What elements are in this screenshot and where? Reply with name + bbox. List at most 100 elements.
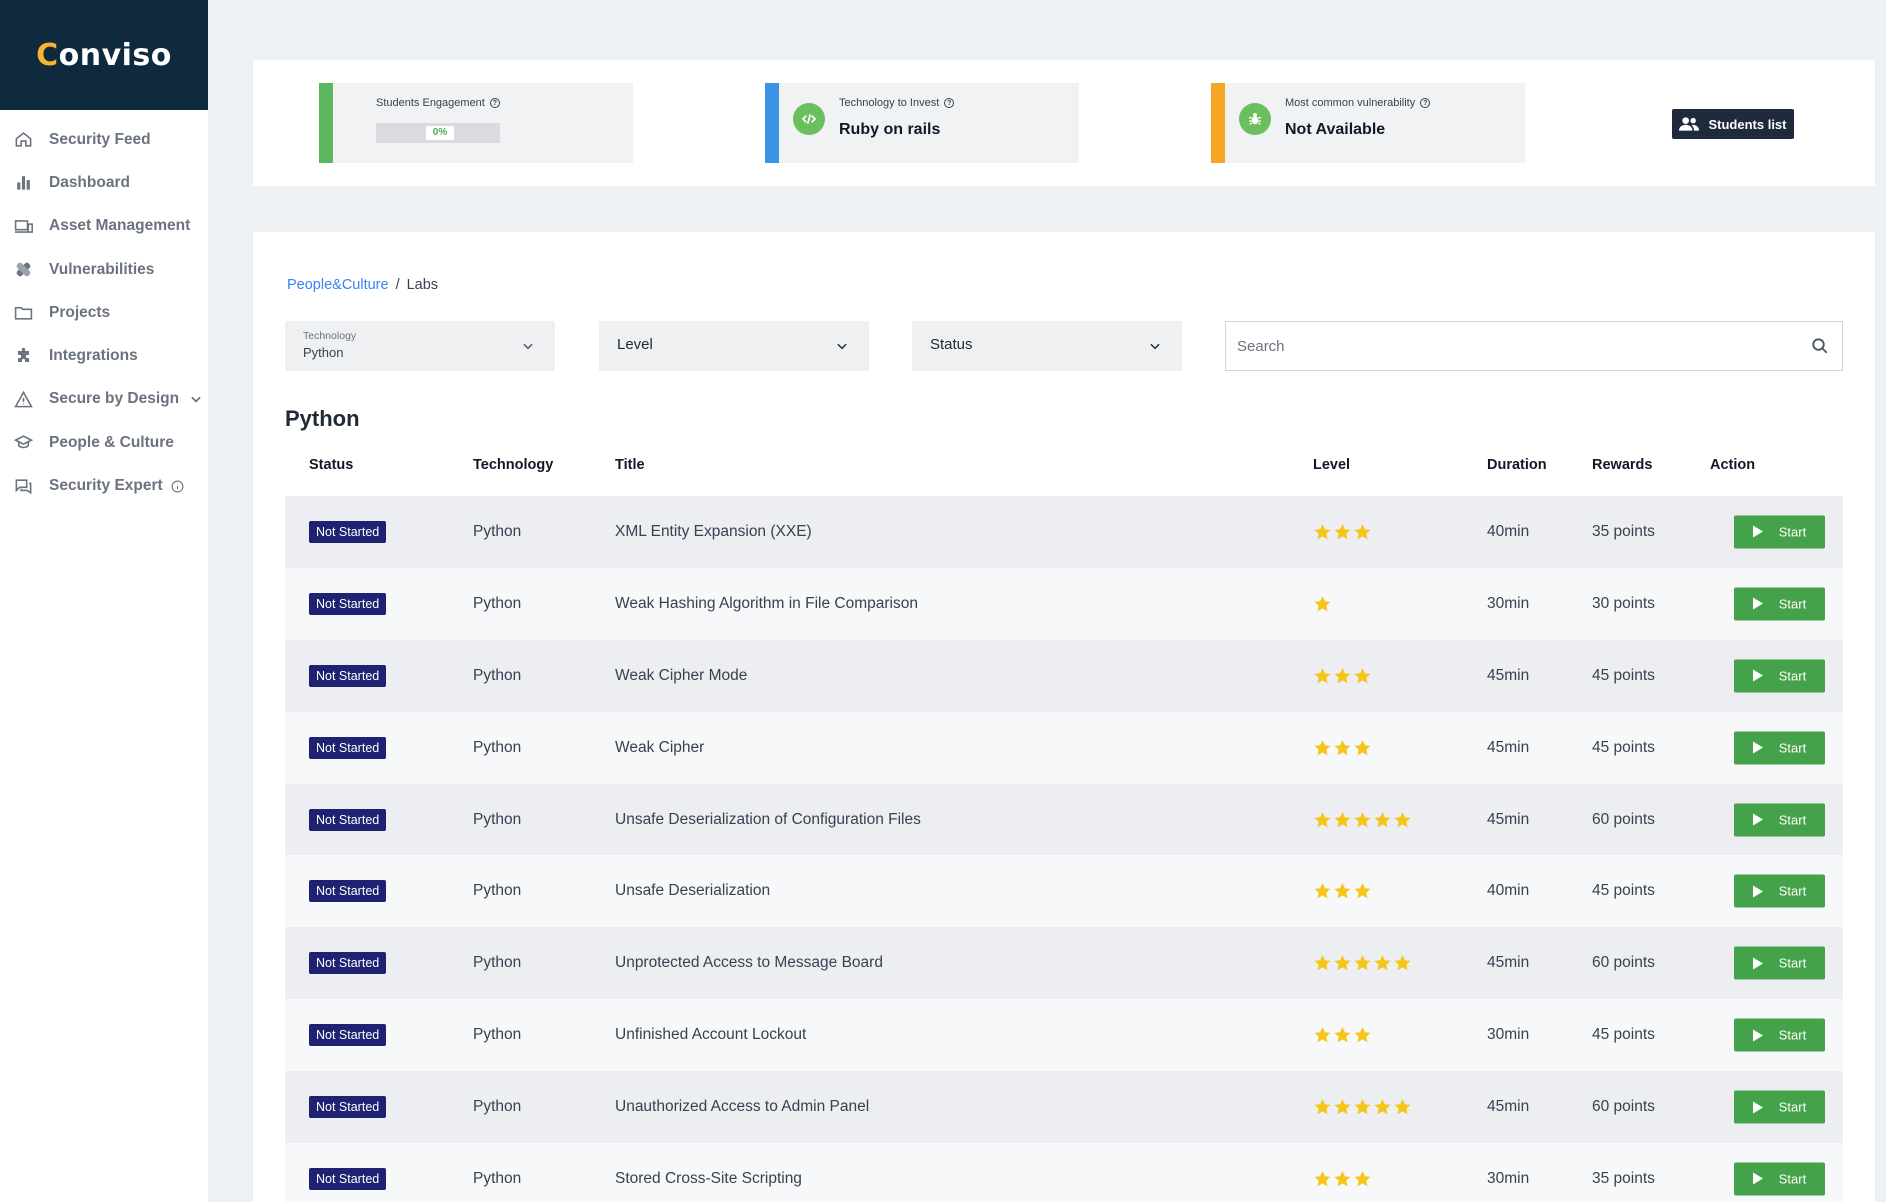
play-icon bbox=[1752, 741, 1763, 754]
start-button-label: Start bbox=[1778, 524, 1807, 540]
table-row[interactable]: Not Started Python Unfinished Account Lock… bbox=[285, 999, 1843, 1072]
start-button[interactable]: Start bbox=[1734, 515, 1825, 549]
header-status[interactable]: Status bbox=[309, 457, 353, 473]
help-icon[interactable]: ? bbox=[489, 98, 500, 108]
start-button[interactable]: Start bbox=[1734, 1090, 1825, 1124]
star-icon bbox=[1374, 811, 1391, 827]
table-row[interactable]: Not Started Python Unsafe Deserialization 4… bbox=[285, 855, 1843, 928]
sidebar-item-label: People & Culture bbox=[49, 433, 174, 451]
rewards-cell: 60 points bbox=[1592, 954, 1655, 972]
students-list-button[interactable]: Students list bbox=[1672, 109, 1794, 139]
table-row[interactable]: Not Started Python Stored Cross-Site Scrip… bbox=[285, 1143, 1843, 1202]
sidebar-item-secure-by-design[interactable]: Secure by Design bbox=[0, 378, 208, 421]
header-rewards[interactable]: Rewards bbox=[1592, 457, 1652, 473]
table-row[interactable]: Not Started Python Weak Hashing Algorithm … bbox=[285, 567, 1843, 640]
technology-select[interactable]: Technology Python bbox=[285, 321, 555, 371]
sidebar-item-label: Integrations bbox=[49, 347, 138, 365]
help-icon[interactable]: ? bbox=[1420, 98, 1431, 108]
sidebar-item-integrations[interactable]: Integrations bbox=[0, 334, 208, 377]
play-icon bbox=[1752, 813, 1763, 826]
star-icon bbox=[1334, 1027, 1351, 1043]
star-icon bbox=[1314, 955, 1331, 971]
star-icon bbox=[1394, 1099, 1411, 1115]
level-select[interactable]: Level bbox=[599, 321, 869, 371]
header-title[interactable]: Title bbox=[615, 457, 645, 473]
common-vulnerability-card: Most common vulnerability? Not Available bbox=[1211, 83, 1525, 163]
sidebar-item-asset-management[interactable]: Asset Management bbox=[0, 205, 208, 248]
start-button-label: Start bbox=[1778, 668, 1807, 684]
sidebar-item-security-feed[interactable]: Security Feed bbox=[0, 118, 208, 161]
star-icon bbox=[1354, 883, 1371, 899]
breadcrumb-current: Labs bbox=[406, 277, 439, 293]
breadcrumb-parent-link[interactable]: People&Culture bbox=[287, 277, 389, 293]
star-icon bbox=[1314, 1027, 1331, 1043]
title-cell: Unauthorized Access to Admin Panel bbox=[615, 1098, 870, 1116]
table-row[interactable]: Not Started Python Unprotected Access to M… bbox=[285, 927, 1843, 1000]
logo[interactable]: Conviso bbox=[0, 0, 208, 110]
duration-cell: 40min bbox=[1487, 882, 1530, 900]
title-cell: Stored Cross-Site Scripting bbox=[615, 1169, 802, 1187]
info-icon[interactable] bbox=[171, 480, 184, 493]
table-row[interactable]: Not Started Python Unauthorized Access to … bbox=[285, 1071, 1843, 1144]
star-icon bbox=[1334, 955, 1351, 971]
sidebar-item-vulnerabilities[interactable]: Vulnerabilities bbox=[0, 248, 208, 291]
star-icon bbox=[1334, 524, 1351, 540]
status-badge: Not Started bbox=[309, 592, 387, 615]
chat-icon bbox=[12, 475, 34, 497]
duration-cell: 40min bbox=[1487, 522, 1530, 540]
start-button-label: Start bbox=[1778, 1171, 1807, 1187]
help-icon[interactable]: ? bbox=[944, 98, 955, 108]
start-button[interactable]: Start bbox=[1734, 659, 1825, 693]
status-badge: Not Started bbox=[309, 520, 387, 543]
students-engagement-card: Students Engagement? 0% bbox=[319, 83, 633, 163]
star-icon bbox=[1374, 1099, 1391, 1115]
start-button[interactable]: Start bbox=[1734, 1162, 1825, 1196]
duration-cell: 30min bbox=[1487, 594, 1530, 612]
start-button[interactable]: Start bbox=[1734, 803, 1825, 836]
start-button[interactable]: Start bbox=[1734, 587, 1825, 621]
star-icon bbox=[1314, 739, 1331, 755]
sidebar-item-label: Dashboard bbox=[49, 173, 130, 191]
sidebar-item-projects[interactable]: Projects bbox=[0, 291, 208, 334]
status-select[interactable]: Status bbox=[912, 321, 1182, 371]
students-list-label: Students list bbox=[1708, 116, 1787, 132]
star-icon bbox=[1394, 811, 1411, 827]
status-badge: Not Started bbox=[309, 1024, 387, 1047]
sidebar-item-security-expert[interactable]: Security Expert bbox=[0, 464, 208, 507]
start-button[interactable]: Start bbox=[1734, 946, 1825, 980]
start-button[interactable]: Start bbox=[1734, 731, 1825, 765]
search-icon[interactable] bbox=[1811, 337, 1829, 355]
header-action: Action bbox=[1710, 457, 1756, 473]
technology-select-value: Python bbox=[303, 345, 344, 360]
header-technology[interactable]: Technology bbox=[473, 457, 553, 473]
table-row[interactable]: Not Started Python Weak Cipher Mode 45min 45… bbox=[285, 639, 1843, 712]
level-stars bbox=[1313, 882, 1372, 901]
level-stars bbox=[1313, 522, 1372, 541]
search-input[interactable] bbox=[1226, 322, 1786, 370]
title-cell: Weak Cipher bbox=[615, 738, 705, 756]
sidebar-item-people-culture[interactable]: People & Culture bbox=[0, 421, 208, 464]
star-icon bbox=[1334, 883, 1351, 899]
play-icon bbox=[1752, 1172, 1763, 1185]
table-row[interactable]: Not Started Python XML Entity Expansion (X… bbox=[285, 496, 1843, 568]
card-accent-bar bbox=[1211, 83, 1225, 163]
section-title: Python bbox=[285, 406, 360, 431]
sidebar-item-dashboard[interactable]: Dashboard bbox=[0, 161, 208, 204]
header-level[interactable]: Level bbox=[1313, 457, 1350, 473]
start-button-label: Start bbox=[1778, 1027, 1807, 1043]
bandage-icon bbox=[12, 259, 34, 281]
duration-cell: 45min bbox=[1487, 1098, 1530, 1116]
title-cell: XML Entity Expansion (XXE) bbox=[615, 522, 812, 540]
technology-cell: Python bbox=[473, 810, 522, 828]
search-box bbox=[1225, 321, 1843, 371]
start-button[interactable]: Start bbox=[1734, 1018, 1825, 1052]
chevron-down-icon bbox=[1150, 343, 1160, 350]
technology-cell: Python bbox=[473, 666, 522, 684]
table-row[interactable]: Not Started Python Weak Cipher 45min 45 poin… bbox=[285, 711, 1843, 784]
table-row[interactable]: Not Started Python Unsafe Deserialization … bbox=[285, 783, 1843, 856]
header-duration[interactable]: Duration bbox=[1487, 457, 1547, 473]
start-button[interactable]: Start bbox=[1734, 874, 1825, 908]
chevron-down-icon bbox=[837, 343, 847, 350]
rewards-cell: 45 points bbox=[1592, 882, 1655, 900]
chevron-down-icon[interactable] bbox=[189, 392, 203, 406]
